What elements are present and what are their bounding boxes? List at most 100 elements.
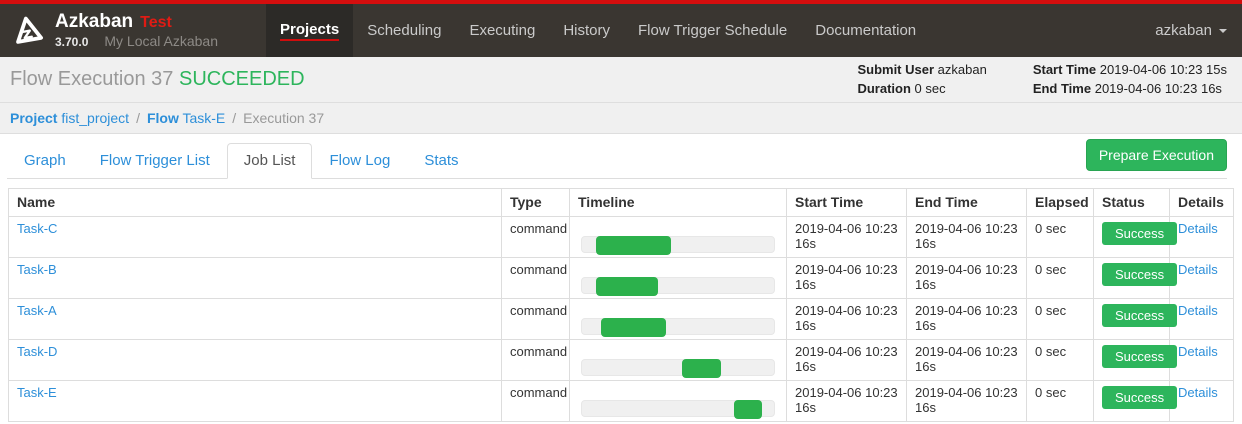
job-type-cell: command: [502, 258, 570, 299]
details-link[interactable]: Details: [1178, 303, 1218, 318]
start-time-cell: 2019-04-06 10:23 16s: [787, 381, 907, 422]
start-time-field: Start Time 2019-04-06 10:23 15s: [1033, 62, 1227, 78]
flow-execution-header: Flow Execution 37 SUCCEEDED Submit User …: [0, 57, 1242, 103]
tab[interactable]: Graph: [7, 143, 83, 179]
start-time-cell: 2019-04-06 10:23 16s: [787, 340, 907, 381]
tab[interactable]: Flow Trigger List: [83, 143, 227, 179]
submit-user-field: Submit User azkaban: [857, 62, 986, 78]
breadcrumb-flow-link[interactable]: Flow Task-E: [147, 110, 225, 126]
table-row: Task-E command 2019-04-06 10:23 16s 2019…: [9, 381, 1234, 422]
brand-env-label: Test: [140, 14, 172, 32]
timeline-bar: [682, 359, 721, 378]
status-badge: Success: [1102, 263, 1177, 286]
elapsed-cell: 0 sec: [1027, 340, 1094, 381]
nav-item[interactable]: Documentation: [801, 4, 930, 57]
timeline-cell: [570, 299, 787, 340]
duration-field: Duration 0 sec: [857, 81, 986, 97]
elapsed-cell: 0 sec: [1027, 299, 1094, 340]
elapsed-cell: 0 sec: [1027, 217, 1094, 258]
start-time-cell: 2019-04-06 10:23 16s: [787, 217, 907, 258]
timeline-track: [581, 400, 775, 417]
job-name-link[interactable]: Task-E: [17, 385, 57, 400]
job-name-link[interactable]: Task-D: [17, 344, 57, 359]
nav-item[interactable]: Projects: [266, 4, 353, 57]
nav-item[interactable]: History: [549, 4, 624, 57]
end-time-field: End Time 2019-04-06 10:23 16s: [1033, 81, 1227, 97]
timeline-track: [581, 236, 775, 253]
status-badge: Success: [1102, 304, 1177, 327]
nav-item[interactable]: Flow Trigger Schedule: [624, 4, 801, 57]
job-name-link[interactable]: Task-B: [17, 262, 57, 277]
tabs-bar: GraphFlow Trigger ListJob ListFlow LogSt…: [0, 134, 1242, 179]
status-badge: Success: [1102, 386, 1177, 409]
timeline-track: [581, 359, 775, 376]
table-header-row: Name Type Timeline Start Time End Time E…: [9, 189, 1234, 217]
elapsed-cell: 0 sec: [1027, 381, 1094, 422]
nav-item[interactable]: Scheduling: [353, 4, 455, 57]
details-link[interactable]: Details: [1178, 262, 1218, 277]
details-link[interactable]: Details: [1178, 221, 1218, 236]
job-type-cell: command: [502, 299, 570, 340]
end-time-cell: 2019-04-06 10:23 16s: [907, 258, 1027, 299]
job-list-table: Name Type Timeline Start Time End Time E…: [8, 188, 1234, 422]
col-name: Name: [9, 189, 502, 217]
nav-item[interactable]: Executing: [455, 4, 549, 57]
breadcrumb-project-link[interactable]: Project fist_project: [10, 110, 129, 126]
timeline-bar: [596, 277, 657, 296]
job-name-link[interactable]: Task-A: [17, 303, 57, 318]
tab-list: GraphFlow Trigger ListJob ListFlow LogSt…: [7, 143, 1227, 179]
azkaban-logo-icon: [10, 13, 46, 49]
brand-version: 3.70.0: [55, 36, 88, 50]
start-time-cell: 2019-04-06 10:23 16s: [787, 299, 907, 340]
start-time-cell: 2019-04-06 10:23 16s: [787, 258, 907, 299]
timeline-track: [581, 318, 775, 335]
brand-subtitle: My Local Azkaban: [104, 33, 218, 49]
status-badge: Success: [1102, 345, 1177, 368]
main-nav: ProjectsSchedulingExecutingHistoryFlow T…: [266, 4, 930, 57]
col-timeline: Timeline: [570, 189, 787, 217]
col-status: Status: [1094, 189, 1170, 217]
breadcrumb-separator: /: [136, 110, 140, 126]
end-time-cell: 2019-04-06 10:23 16s: [907, 381, 1027, 422]
col-elapsed: Elapsed: [1027, 189, 1094, 217]
user-menu-label: azkaban: [1155, 22, 1212, 39]
tab[interactable]: Job List: [227, 143, 313, 179]
details-link[interactable]: Details: [1178, 344, 1218, 359]
timeline-bar: [601, 318, 666, 337]
top-navbar: Azkaban Test 3.70.0 My Local Azkaban Pro…: [0, 0, 1242, 57]
table-row: Task-B command 2019-04-06 10:23 16s 2019…: [9, 258, 1234, 299]
timeline-cell: [570, 217, 787, 258]
timeline-bar: [734, 400, 762, 419]
flow-status-text: SUCCEEDED: [179, 68, 305, 90]
brand-name: Azkaban: [55, 11, 133, 33]
job-type-cell: command: [502, 340, 570, 381]
col-details: Details: [1170, 189, 1234, 217]
details-link[interactable]: Details: [1178, 385, 1218, 400]
elapsed-cell: 0 sec: [1027, 258, 1094, 299]
end-time-cell: 2019-04-06 10:23 16s: [907, 340, 1027, 381]
timeline-cell: [570, 258, 787, 299]
end-time-cell: 2019-04-06 10:23 16s: [907, 299, 1027, 340]
col-start: Start Time: [787, 189, 907, 217]
breadcrumb: Project fist_project / Flow Task-E / Exe…: [0, 103, 1242, 134]
tab[interactable]: Stats: [407, 143, 475, 179]
col-type: Type: [502, 189, 570, 217]
prepare-execution-button[interactable]: Prepare Execution: [1086, 139, 1227, 171]
col-end: End Time: [907, 189, 1027, 217]
flow-execution-title: Flow Execution 37: [10, 68, 173, 90]
tab[interactable]: Flow Log: [312, 143, 407, 179]
user-menu[interactable]: azkaban: [1155, 4, 1227, 57]
job-type-cell: command: [502, 381, 570, 422]
job-type-cell: command: [502, 217, 570, 258]
table-row: Task-A command 2019-04-06 10:23 16s 2019…: [9, 299, 1234, 340]
status-badge: Success: [1102, 222, 1177, 245]
timeline-bar: [596, 236, 670, 255]
timeline-cell: [570, 381, 787, 422]
azkaban-brand[interactable]: Azkaban Test 3.70.0 My Local Azkaban: [10, 4, 218, 57]
end-time-cell: 2019-04-06 10:23 16s: [907, 217, 1027, 258]
breadcrumb-separator: /: [232, 110, 236, 126]
page-title: Flow Execution 37 SUCCEEDED: [10, 68, 305, 91]
execution-info-panel: Submit User azkaban Start Time 2019-04-0…: [857, 62, 1227, 98]
timeline-track: [581, 277, 775, 294]
job-name-link[interactable]: Task-C: [17, 221, 57, 236]
